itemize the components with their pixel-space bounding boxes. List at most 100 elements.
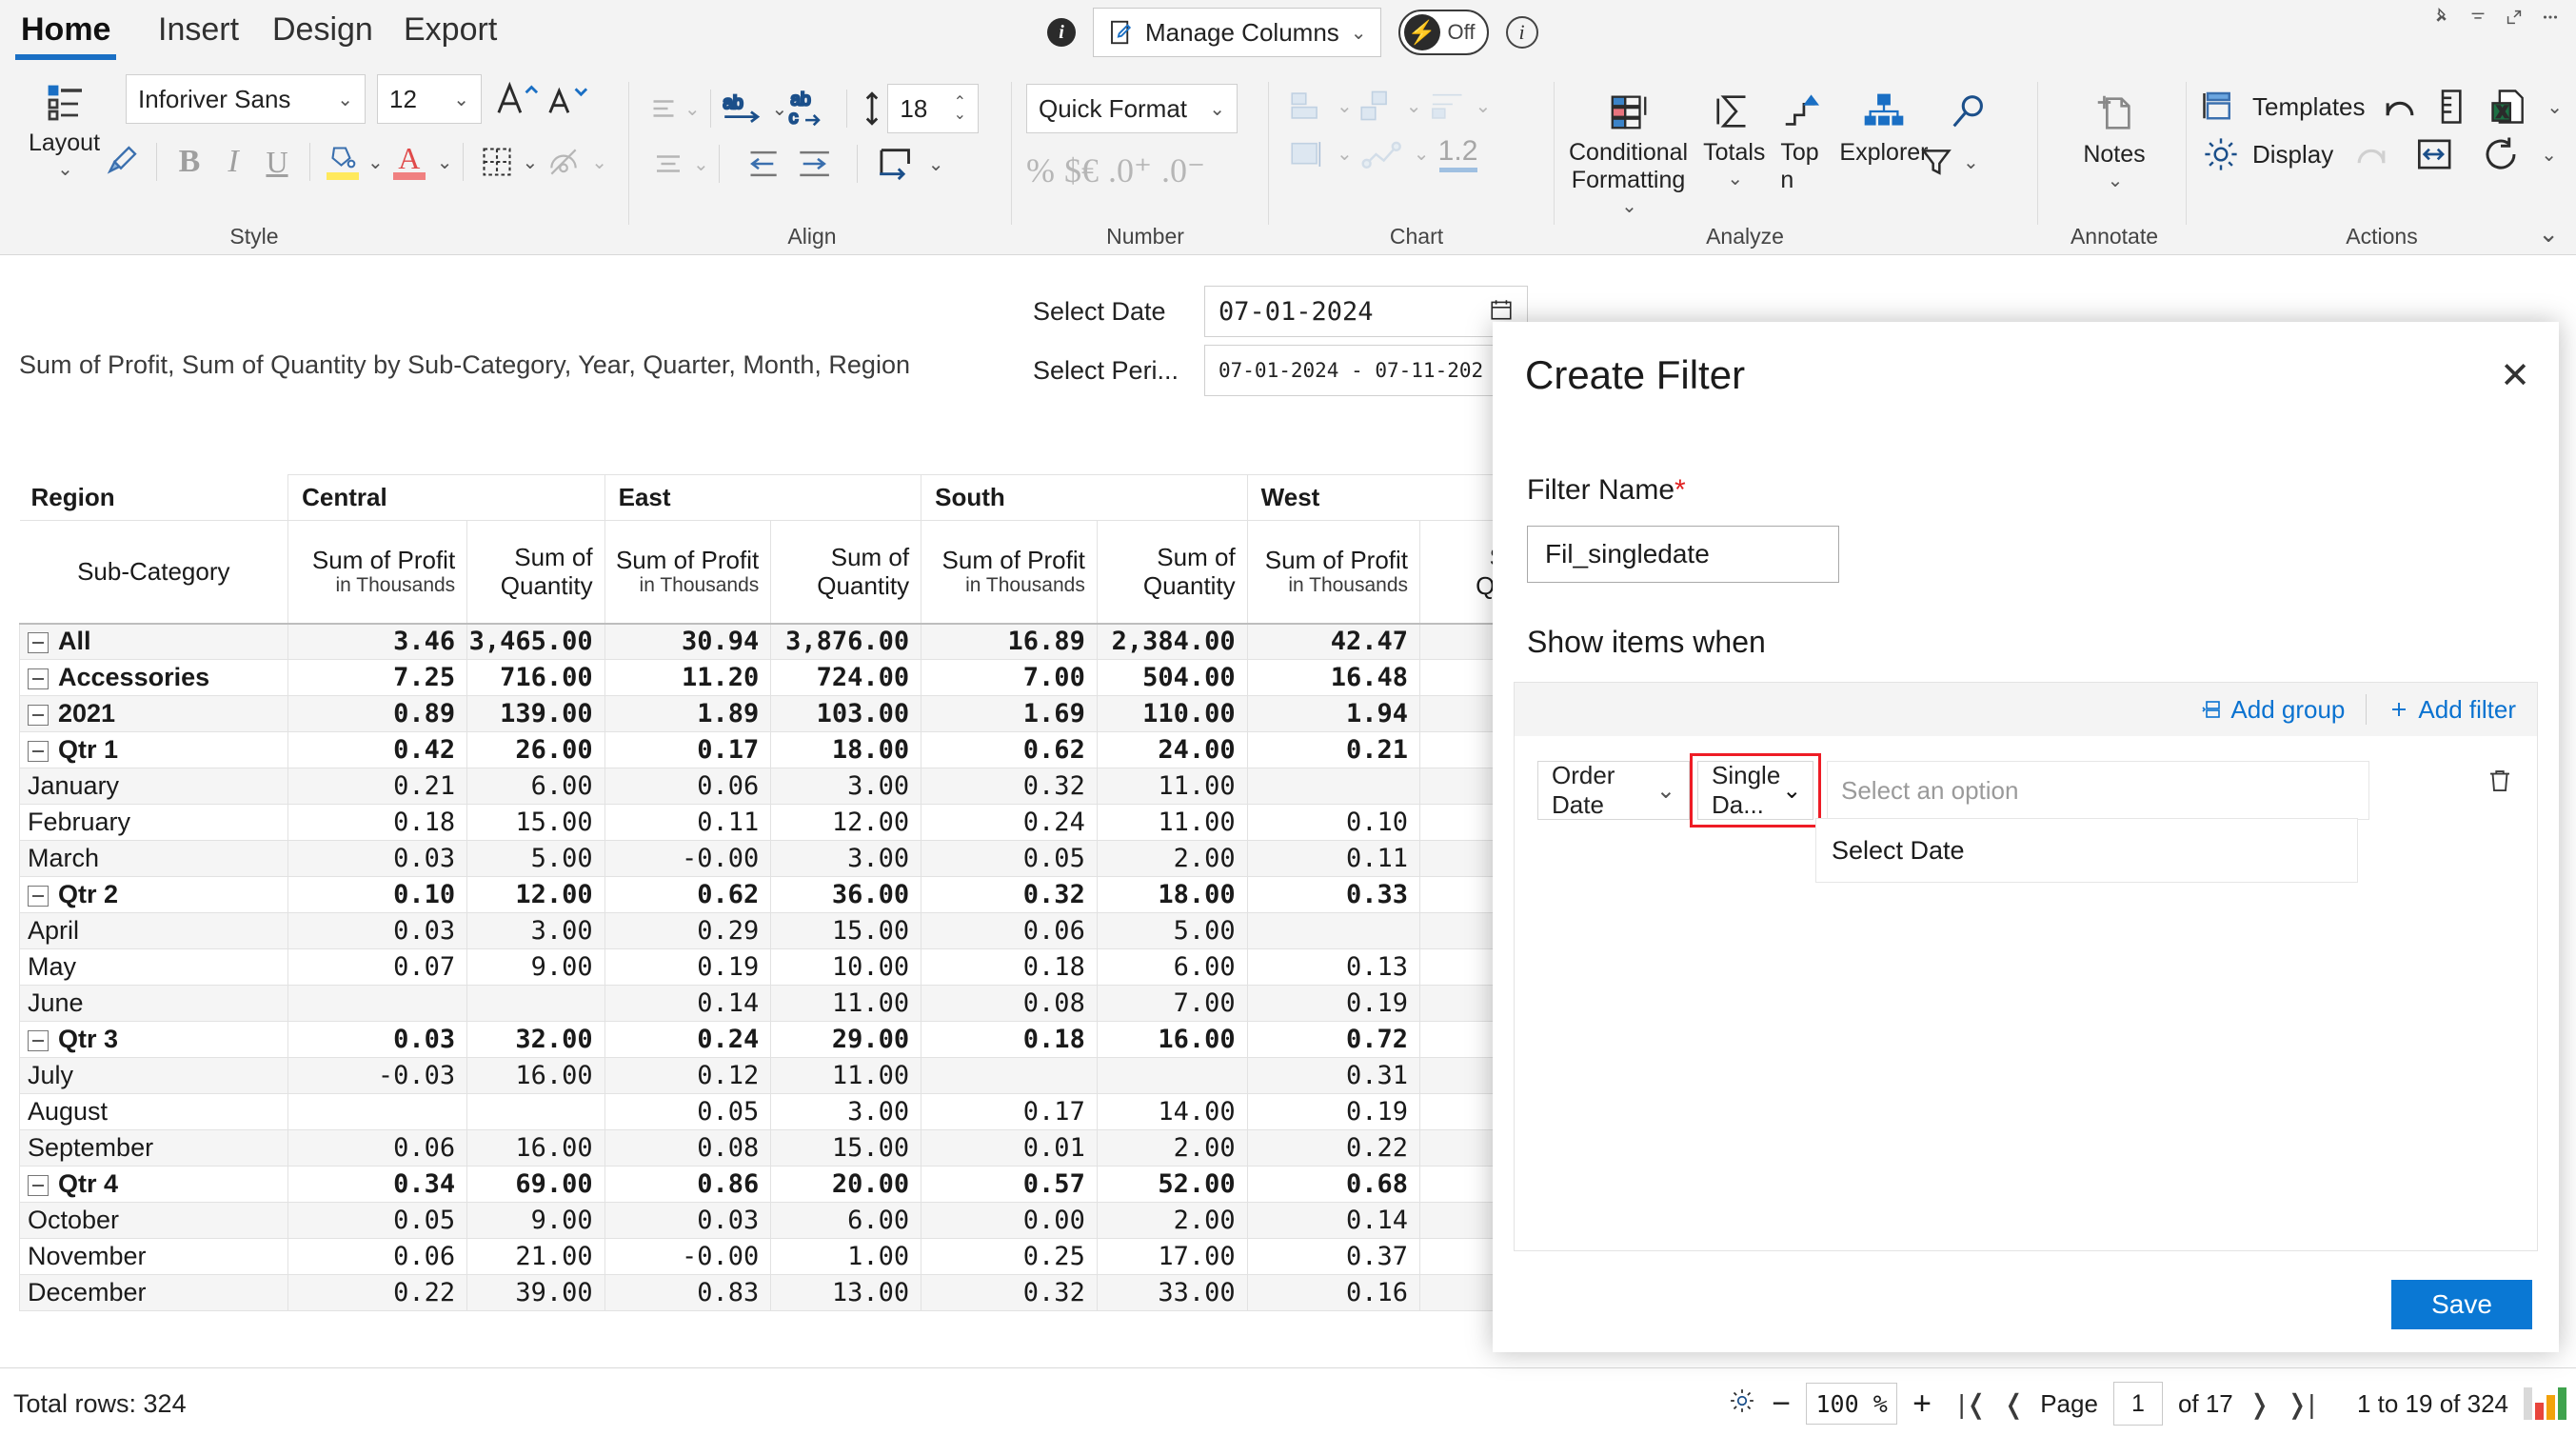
close-icon[interactable]: ✕ [2500, 358, 2530, 394]
table-cell[interactable]: 0.11 [1246, 840, 1421, 877]
header-region-central[interactable]: Central [287, 474, 605, 521]
table-cell[interactable]: 9.00 [466, 948, 605, 986]
table-cell[interactable]: 29.00 [770, 1021, 922, 1058]
header-east-profit[interactable]: Sum of Profit in Thousands [604, 520, 772, 624]
row-label-cell[interactable]: 2021 [18, 695, 289, 732]
font-family-select[interactable]: Inforiver Sans ⌄ [126, 74, 366, 124]
increase-font-size-icon[interactable] [495, 76, 539, 120]
table-cell[interactable] [287, 985, 468, 1022]
number-format-chart-icon[interactable]: 1.2 [1430, 135, 1487, 172]
chevron-down-icon[interactable]: ⌄ [2546, 95, 2563, 119]
table-cell[interactable]: 0.21 [1246, 731, 1421, 768]
underline-button[interactable]: U [254, 145, 300, 180]
chevron-down-icon[interactable]: ⌄ [523, 150, 539, 174]
table-cell[interactable]: 5.00 [1096, 912, 1248, 949]
row-height-input[interactable]: 18 ⌃ ⌄ [887, 84, 979, 133]
table-cell[interactable]: 26.00 [466, 731, 605, 768]
row-label-cell[interactable]: March [18, 840, 289, 877]
table-cell[interactable]: 42.47 [1246, 623, 1421, 660]
table-row[interactable]: 20210.89139.001.89103.001.69110.001.942 [18, 695, 1580, 732]
tab-home[interactable]: Home [15, 11, 117, 60]
increase-indent-icon[interactable] [788, 148, 847, 180]
row-label-cell[interactable]: June [18, 985, 289, 1022]
header-east-quantity[interactable]: Sum of Quantity [770, 520, 922, 624]
chevron-down-icon[interactable]: ⌄ [1963, 150, 1979, 174]
table-cell[interactable]: 32.00 [466, 1021, 605, 1058]
add-filter-button[interactable]: Add filter [2388, 695, 2516, 725]
table-cell[interactable]: 0.42 [287, 731, 468, 768]
table-cell[interactable]: 110.00 [1096, 695, 1248, 732]
bar-chart-icon[interactable] [1283, 90, 1335, 122]
highlight-color-icon[interactable] [320, 144, 366, 180]
select-date-input[interactable]: 07-01-2024 [1204, 286, 1528, 337]
chevron-down-icon[interactable]: ⌄ [1337, 142, 1353, 166]
column-width-icon[interactable] [867, 145, 926, 183]
table-cell[interactable]: 3,465.00 [466, 623, 605, 660]
table-cell[interactable]: 16.89 [921, 623, 1098, 660]
table-cell[interactable]: 1.94 [1246, 695, 1421, 732]
table-cell[interactable] [466, 985, 605, 1022]
table-cell[interactable]: 0.37 [1246, 1238, 1421, 1275]
pin-icon[interactable] [2424, 0, 2460, 34]
table-cell[interactable]: 0.10 [1246, 804, 1421, 841]
chevron-down-icon[interactable]: ⌄ [771, 97, 787, 121]
table-cell[interactable]: 0.00 [921, 1202, 1098, 1239]
zoom-level-input[interactable]: 100 % [1806, 1383, 1898, 1425]
header-west-profit[interactable]: Sum of Profit in Thousands [1246, 520, 1421, 624]
table-cell[interactable]: 0.24 [604, 1021, 772, 1058]
table-cell[interactable]: 0.32 [921, 768, 1098, 805]
table-cell[interactable]: 39.00 [466, 1274, 605, 1311]
table-cell[interactable]: 15.00 [770, 912, 922, 949]
tab-insert[interactable]: Insert [152, 11, 245, 49]
table-cell[interactable]: 12.00 [466, 876, 605, 913]
chevron-down-icon[interactable]: ⌄ [1337, 94, 1353, 118]
header-region-south[interactable]: South [921, 474, 1248, 521]
row-label-cell[interactable]: January [18, 768, 289, 805]
table-cell[interactable]: 0.34 [287, 1166, 468, 1203]
header-south-quantity[interactable]: Sum of Quantity [1096, 520, 1248, 624]
table-cell[interactable]: 0.13 [1246, 948, 1421, 986]
table-cell[interactable]: 7.00 [1096, 985, 1248, 1022]
table-row[interactable]: March 0.03 5.00 -0.00 3.00 0.05 2.00 0.11 [18, 840, 1580, 877]
table-cell[interactable]: 0.24 [921, 804, 1098, 841]
collapse-ribbon-icon[interactable]: ⌄ [2538, 219, 2559, 249]
table-cell[interactable]: 18.00 [770, 731, 922, 768]
table-cell[interactable]: 0.32 [921, 1274, 1098, 1311]
table-cell[interactable]: -0.00 [604, 1238, 772, 1275]
table-row[interactable]: Qtr 1 0.42 26.00 0.17 18.00 0.62 24.00 0.21 [18, 731, 1580, 768]
table-cell[interactable] [287, 1093, 468, 1130]
table-cell[interactable]: 10.00 [770, 948, 922, 986]
percent-format-button[interactable]: % [1026, 150, 1055, 190]
table-cell[interactable]: 0.62 [921, 731, 1098, 768]
table-cell[interactable]: 0.01 [921, 1129, 1098, 1167]
format-painter-icon[interactable] [95, 143, 147, 181]
row-label-cell[interactable]: Qtr 1 [18, 731, 289, 768]
table-row[interactable]: May 0.07 9.00 0.19 10.00 0.18 6.00 0.13 [18, 948, 1580, 986]
table-cell[interactable]: 2.00 [1096, 1129, 1248, 1167]
table-cell[interactable]: 0.06 [604, 768, 772, 805]
filter-operator-select[interactable]: Single Da... ⌄ [1697, 761, 1813, 820]
more-icon[interactable] [2532, 0, 2568, 34]
increase-decimal-button[interactable]: .0⁺ [1108, 150, 1152, 190]
table-cell[interactable]: 16.00 [466, 1129, 605, 1167]
search-icon[interactable] [1912, 84, 2026, 139]
filter-value-select[interactable]: Select an option [1827, 761, 2369, 820]
table-cell[interactable]: 0.08 [604, 1129, 772, 1167]
table-cell[interactable]: 9.00 [466, 1202, 605, 1239]
table-cell[interactable]: 1.89 [604, 695, 772, 732]
table-cell[interactable]: 24.00 [1096, 731, 1248, 768]
expand-collapse-icon[interactable] [28, 1029, 49, 1051]
refresh-icon[interactable] [2476, 134, 2526, 174]
expand-collapse-icon[interactable] [28, 885, 49, 907]
table-cell[interactable]: 36.00 [770, 876, 922, 913]
row-label-cell[interactable]: May [18, 948, 289, 986]
table-cell[interactable]: 0.31 [1246, 1057, 1421, 1094]
table-cell[interactable]: 724.00 [770, 659, 922, 696]
expand-collapse-icon[interactable] [28, 704, 49, 726]
header-central-quantity[interactable]: Sum of Quantity [466, 520, 605, 624]
table-cell[interactable]: 0.03 [604, 1202, 772, 1239]
table-cell[interactable] [1096, 1057, 1248, 1094]
table-row[interactable]: June 0.14 11.00 0.08 7.00 0.19 [18, 985, 1580, 1022]
table-cell[interactable]: 3.00 [770, 1093, 922, 1130]
table-cell[interactable]: 11.00 [770, 985, 922, 1022]
